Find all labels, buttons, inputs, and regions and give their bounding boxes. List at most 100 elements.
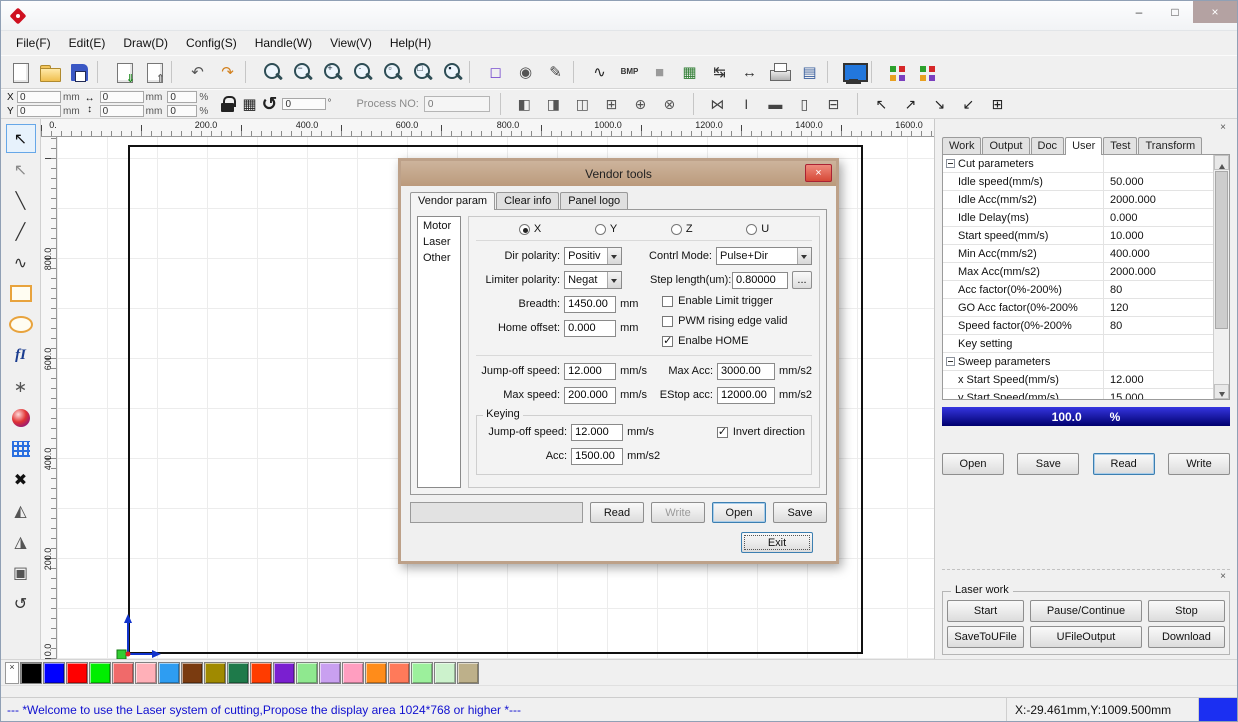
max-speed-input[interactable]	[564, 387, 616, 404]
param-row[interactable]: Start speed(mm/s) 10.000	[943, 227, 1213, 245]
dialog-title-bar[interactable]: Vendor tools ×	[401, 161, 836, 186]
outline-icon[interactable]: ▯	[791, 92, 818, 116]
anchor-bottom-right-icon[interactable]: ↘	[926, 92, 953, 116]
dialog-close-button[interactable]: ×	[805, 164, 832, 182]
param-row[interactable]: Sweep parameters	[943, 353, 1213, 371]
param-row[interactable]: Cut parameters	[943, 155, 1213, 173]
palette-color[interactable]	[434, 662, 456, 684]
offset-tool[interactable]: ▣	[6, 558, 36, 587]
palette-color[interactable]	[411, 662, 433, 684]
grid-tool[interactable]	[6, 434, 36, 463]
write-button[interactable]: Write	[651, 502, 705, 523]
palette-color[interactable]	[89, 662, 111, 684]
contrl-mode-select[interactable]: Pulse+Dir	[716, 247, 812, 265]
maximize-button[interactable]: □	[1157, 1, 1193, 23]
measure-height-icon[interactable]: ↔	[735, 59, 764, 86]
tab-output[interactable]: Output	[982, 137, 1029, 154]
flip-right-icon[interactable]: ◨	[540, 92, 567, 116]
anchor-top-right-icon[interactable]: ↗	[897, 92, 924, 116]
param-row[interactable]: GO Acc factor(0%-200% 120	[943, 299, 1213, 317]
tab-panel-logo[interactable]: Panel logo	[560, 192, 628, 209]
pwm-rising-checkbox[interactable]	[662, 316, 673, 327]
menu-config[interactable]: Config(S)	[177, 33, 246, 53]
x-position-input[interactable]	[17, 91, 61, 103]
table-scrollbar[interactable]	[1213, 155, 1229, 399]
menu-help[interactable]: Help(H)	[381, 33, 440, 53]
limiter-polarity-select[interactable]: Negat	[564, 271, 622, 289]
palette-color[interactable]	[273, 662, 295, 684]
key-jump-input[interactable]	[571, 424, 623, 441]
scrollbar-thumb[interactable]	[1215, 171, 1228, 329]
read-button[interactable]: Read	[1093, 453, 1155, 475]
zoom-page-icon[interactable]: ▫	[377, 59, 406, 86]
select-tool[interactable]: ↖	[6, 124, 36, 153]
palette-color[interactable]	[388, 662, 410, 684]
array-output-icon[interactable]: ▦	[675, 59, 704, 86]
text-tool[interactable]: fI	[6, 341, 36, 370]
max-acc-input[interactable]	[717, 363, 775, 380]
menu-draw[interactable]: Draw(D)	[114, 33, 177, 53]
anchor-top-left-icon[interactable]: ↖	[868, 92, 895, 116]
param-row[interactable]: Acc factor(0%-200%) 80	[943, 281, 1213, 299]
measure-width-icon[interactable]: ↹	[705, 59, 734, 86]
breadth-input[interactable]	[564, 296, 616, 313]
axis-u-radio[interactable]: U	[746, 223, 769, 235]
save-to-ufile-button[interactable]: SaveToUFile	[947, 626, 1024, 648]
palette-color[interactable]	[227, 662, 249, 684]
undo-icon[interactable]: ↶	[183, 59, 212, 86]
scroll-down-icon[interactable]	[1214, 384, 1229, 399]
close-laser-panel-icon[interactable]: ×	[1216, 572, 1230, 582]
palette-color[interactable]	[135, 662, 157, 684]
param-row[interactable]: y Start Speed(mm/s) 15.000	[943, 389, 1213, 400]
write-button[interactable]: Write	[1168, 453, 1230, 475]
param-row[interactable]: Idle Acc(mm/s2) 2000.000	[943, 191, 1213, 209]
mirror-horizontal-tool[interactable]: ◮	[6, 527, 36, 556]
palette-color[interactable]	[66, 662, 88, 684]
open-button[interactable]: Open	[712, 502, 766, 523]
start-button[interactable]: Start	[947, 600, 1024, 622]
render-tool[interactable]	[6, 403, 36, 432]
width-input[interactable]	[100, 91, 144, 103]
palette-color[interactable]	[181, 662, 203, 684]
delete-tool[interactable]: ✖	[6, 465, 36, 494]
menu-view[interactable]: View(V)	[321, 33, 381, 53]
anchor-bottom-left-icon[interactable]: ↙	[955, 92, 982, 116]
fill-color-icon[interactable]: ■	[645, 59, 674, 86]
output-preview-icon[interactable]	[913, 59, 942, 86]
zoom-point-icon[interactable]: ·	[347, 59, 376, 86]
bmp-icon[interactable]: BMP	[615, 59, 644, 86]
flatten-icon[interactable]: ▬	[762, 92, 789, 116]
ufile-output-button[interactable]: UFileOutput	[1030, 626, 1142, 648]
array-grid-icon[interactable]: ⊟	[820, 92, 847, 116]
menu-file[interactable]: File(F)	[7, 33, 60, 53]
zoom-in-icon[interactable]: +	[317, 59, 346, 86]
zoom-all-icon[interactable]: □	[407, 59, 436, 86]
home-offset-input[interactable]	[564, 320, 616, 337]
import-icon[interactable]: ⇓	[109, 59, 138, 86]
save-button[interactable]: Save	[1017, 453, 1079, 475]
pen-tool-icon[interactable]: ✎	[541, 59, 570, 86]
param-row[interactable]: Max Acc(mm/s2) 2000.000	[943, 263, 1213, 281]
palette-color[interactable]	[365, 662, 387, 684]
y-position-input[interactable]	[17, 105, 61, 117]
step-length-input[interactable]	[732, 272, 788, 289]
trim-icon[interactable]: ⋈	[704, 92, 731, 116]
param-row[interactable]: Key setting	[943, 335, 1213, 353]
save-icon[interactable]	[65, 59, 94, 86]
exit-button[interactable]: Exit	[741, 532, 813, 553]
redo-icon[interactable]: ↷	[213, 59, 242, 86]
pause-continue-button[interactable]: Pause/Continue	[1030, 600, 1142, 622]
dir-polarity-select[interactable]: Positiv	[564, 247, 622, 265]
rotate-icon[interactable]: ↺	[262, 93, 278, 116]
jump-speed-input[interactable]	[564, 363, 616, 380]
param-row[interactable]: x Start Speed(mm/s) 12.000	[943, 371, 1213, 389]
menu-handle[interactable]: Handle(W)	[246, 33, 321, 53]
file-path-input[interactable]	[410, 502, 583, 523]
node-edit-tool[interactable]: ↖	[6, 155, 36, 184]
axis-z-radio[interactable]: Z	[671, 223, 693, 235]
tab-work[interactable]: Work	[942, 137, 981, 154]
step-length-more-button[interactable]: ...	[792, 271, 812, 289]
palette-color[interactable]	[20, 662, 42, 684]
group-icon[interactable]: ⊕	[627, 92, 654, 116]
palette-color[interactable]	[296, 662, 318, 684]
